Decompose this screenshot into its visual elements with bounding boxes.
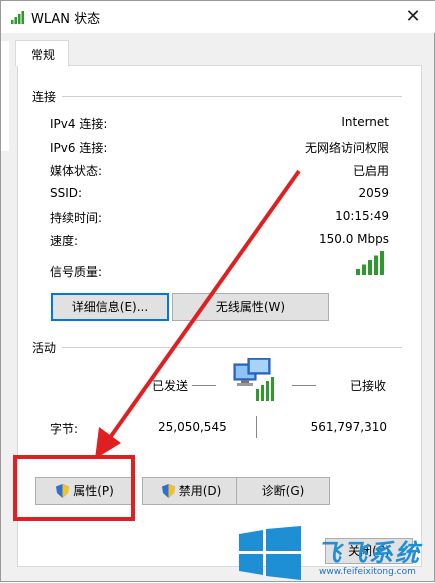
tab-general-label: 常规: [30, 48, 55, 62]
wlan-status-window: WLAN 状态 ✕ 常规 连接 IPv4 连接: Internet IPv6 连…: [0, 0, 435, 582]
watermark-url: www.feifeixitong.com: [319, 567, 416, 577]
windows-logo-watermark: [239, 526, 301, 580]
annotation-highlight-box: [13, 455, 135, 521]
tab-general[interactable]: 常规: [15, 40, 69, 66]
watermark-text: 飞飞系统: [317, 539, 421, 567]
